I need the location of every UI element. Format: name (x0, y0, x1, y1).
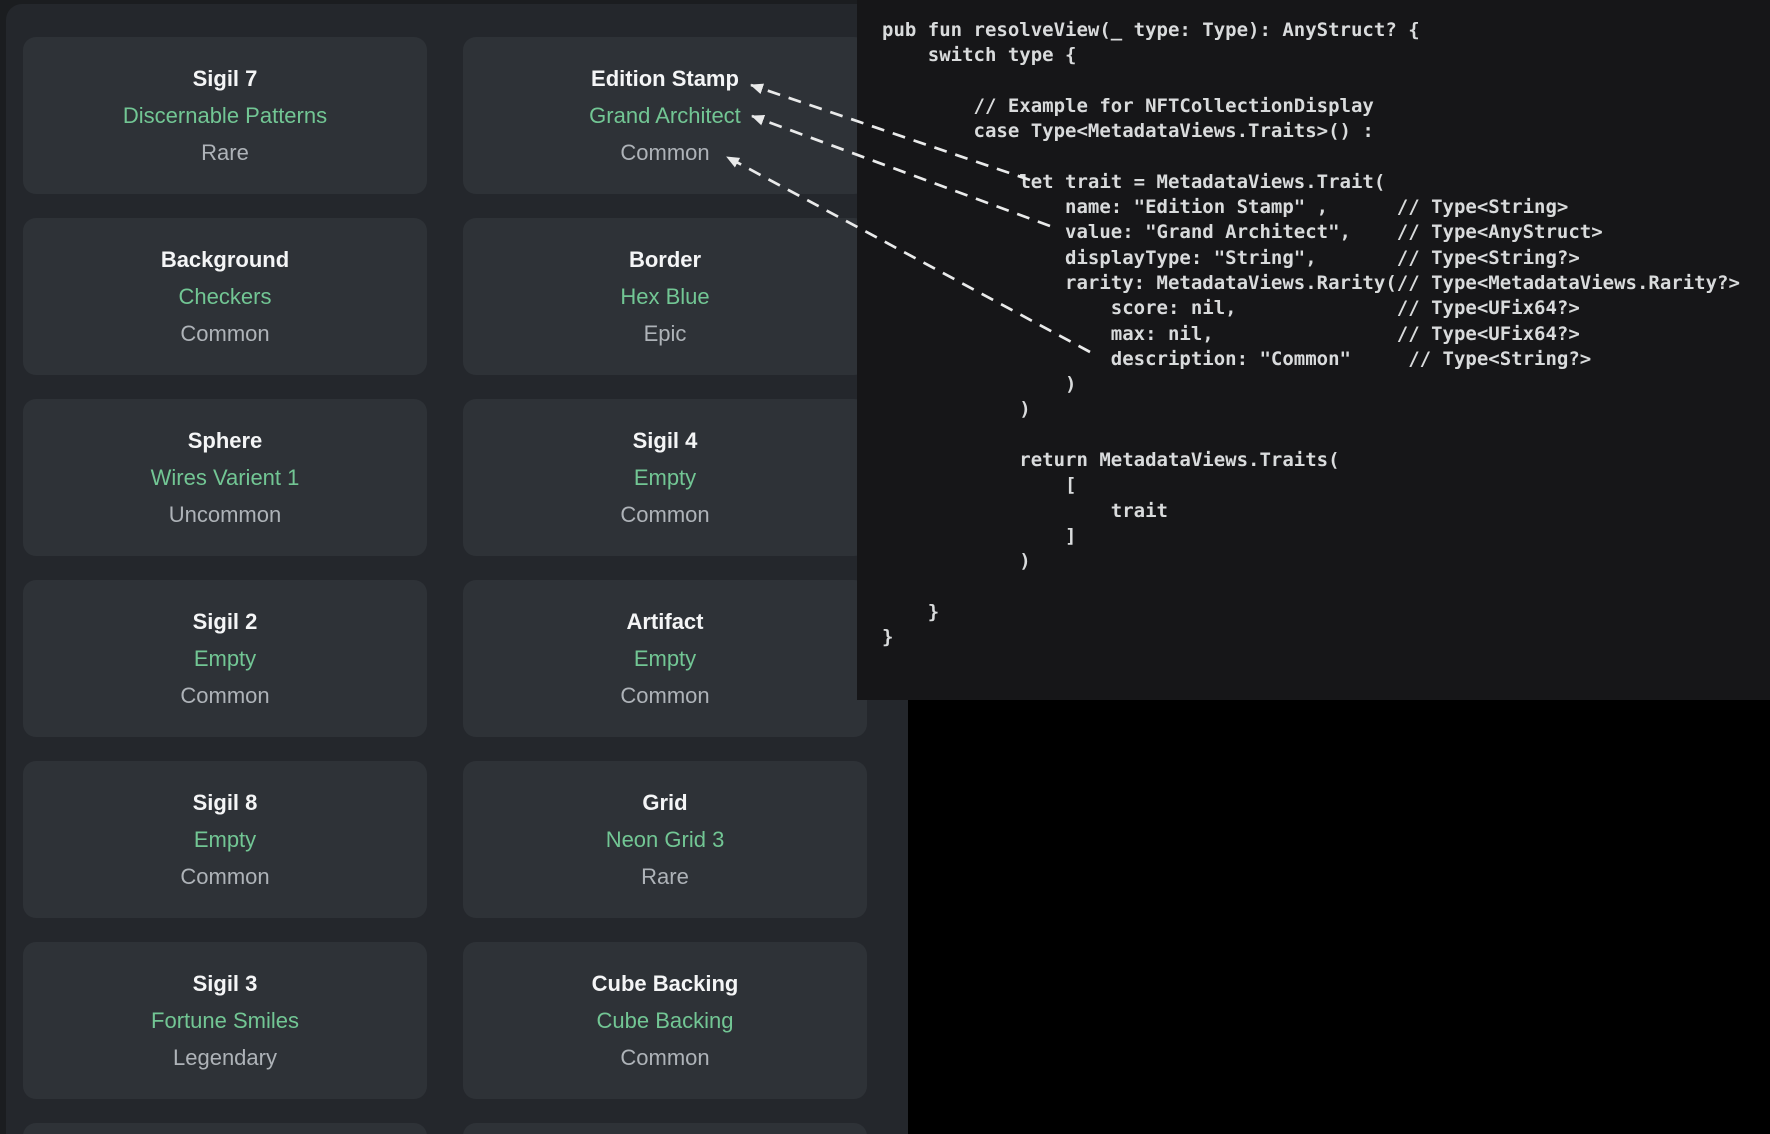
trait-rarity: Rare (641, 858, 689, 895)
trait-value: Grand Architect (589, 97, 741, 134)
trait-card-border: Border Hex Blue Epic (463, 218, 867, 375)
code-line: ) (882, 372, 1770, 397)
trait-name: Sigil 3 (193, 965, 258, 1002)
code-line: pub fun resolveView(_ type: Type): AnySt… (882, 18, 1770, 43)
trait-value: Wires Varient 1 (151, 459, 300, 496)
code-line: displayType: "String", // Type<String?> (882, 246, 1770, 271)
trait-value: Fortune Smiles (151, 1002, 299, 1039)
code-line (882, 69, 1770, 94)
trait-value: Empty (194, 821, 256, 858)
trait-rarity: Common (620, 496, 709, 533)
traits-grid: Sigil 7 Discernable Patterns Rare Editio… (23, 37, 867, 1134)
code-line: } (882, 625, 1770, 650)
code-line: score: nil, // Type<UFix64?> (882, 296, 1770, 321)
trait-name: Sigil 7 (193, 60, 258, 97)
trait-rarity: Rare (201, 134, 249, 171)
trait-name: Grid (642, 784, 687, 821)
trait-card-sigil-4: Sigil 4 Empty Common (463, 399, 867, 556)
trait-rarity: Common (180, 315, 269, 352)
trait-card-sigil-2: Sigil 2 Empty Common (23, 580, 427, 737)
code-line (882, 144, 1770, 169)
trait-rarity: Common (620, 1039, 709, 1076)
trait-value: Discernable Patterns (123, 97, 327, 134)
trait-value: Empty (634, 640, 696, 677)
trait-name: Edition Stamp (591, 60, 739, 97)
trait-rarity: Legendary (173, 1039, 277, 1076)
trait-name: Sigil 4 (633, 422, 698, 459)
trait-value: Cube Backing (597, 1002, 734, 1039)
nft-trait-inspector-screen: { "traits": { "cards": [ { "name": "Sigi… (0, 0, 1770, 1134)
code-panel[interactable]: pub fun resolveView(_ type: Type): AnySt… (857, 0, 1770, 700)
trait-rarity: Common (620, 134, 709, 171)
trait-card-partial (23, 1123, 427, 1134)
code-line-value-field: value: "Grand Architect", // Type<AnyStr… (882, 220, 1770, 245)
trait-card-sphere: Sphere Wires Varient 1 Uncommon (23, 399, 427, 556)
code-line: [ (882, 473, 1770, 498)
trait-rarity: Uncommon (169, 496, 281, 533)
trait-card-artifact: Artifact Empty Common (463, 580, 867, 737)
trait-card-grid: Grid Neon Grid 3 Rare (463, 761, 867, 918)
code-line (882, 575, 1770, 600)
code-line: let trait = MetadataViews.Trait( (882, 170, 1770, 195)
trait-value: Checkers (179, 278, 272, 315)
code-line: ) (882, 397, 1770, 422)
trait-name: Border (629, 241, 701, 278)
trait-card-sigil-3: Sigil 3 Fortune Smiles Legendary (23, 942, 427, 1099)
trait-name: Background (161, 241, 289, 278)
trait-value: Neon Grid 3 (606, 821, 725, 858)
trait-rarity: Common (180, 858, 269, 895)
code-line: ] (882, 524, 1770, 549)
trait-name: Sphere (188, 422, 263, 459)
trait-name: Sigil 2 (193, 603, 258, 640)
code-line: return MetadataViews.Traits( (882, 448, 1770, 473)
trait-value: Hex Blue (620, 278, 709, 315)
trait-rarity: Epic (644, 315, 687, 352)
trait-value: Empty (194, 640, 256, 677)
trait-card-sigil-8: Sigil 8 Empty Common (23, 761, 427, 918)
code-line: rarity: MetadataViews.Rarity(// Type<Met… (882, 271, 1770, 296)
trait-rarity: Common (180, 677, 269, 714)
trait-card-background: Background Checkers Common (23, 218, 427, 375)
trait-name: Sigil 8 (193, 784, 258, 821)
code-line: trait (882, 499, 1770, 524)
code-line-name-field: name: "Edition Stamp" , // Type<String> (882, 195, 1770, 220)
trait-rarity: Common (620, 677, 709, 714)
trait-value: Empty (634, 459, 696, 496)
code-line-description-field: description: "Common" // Type<String?> (882, 347, 1770, 372)
code-line: ) (882, 549, 1770, 574)
trait-name: Artifact (626, 603, 703, 640)
trait-name: Cube Backing (592, 965, 739, 1002)
code-line (882, 423, 1770, 448)
trait-card-cube-backing: Cube Backing Cube Backing Common (463, 942, 867, 1099)
trait-card-edition-stamp: Edition Stamp Grand Architect Common (463, 37, 867, 194)
traits-container: Sigil 7 Discernable Patterns Rare Editio… (6, 4, 908, 1134)
trait-card-sigil-7: Sigil 7 Discernable Patterns Rare (23, 37, 427, 194)
code-line: switch type { (882, 43, 1770, 68)
code-line: } (882, 600, 1770, 625)
code-line: // Example for NFTCollectionDisplay (882, 94, 1770, 119)
code-line: max: nil, // Type<UFix64?> (882, 322, 1770, 347)
code-line: case Type<MetadataViews.Traits>() : (882, 119, 1770, 144)
trait-card-partial (463, 1123, 867, 1134)
